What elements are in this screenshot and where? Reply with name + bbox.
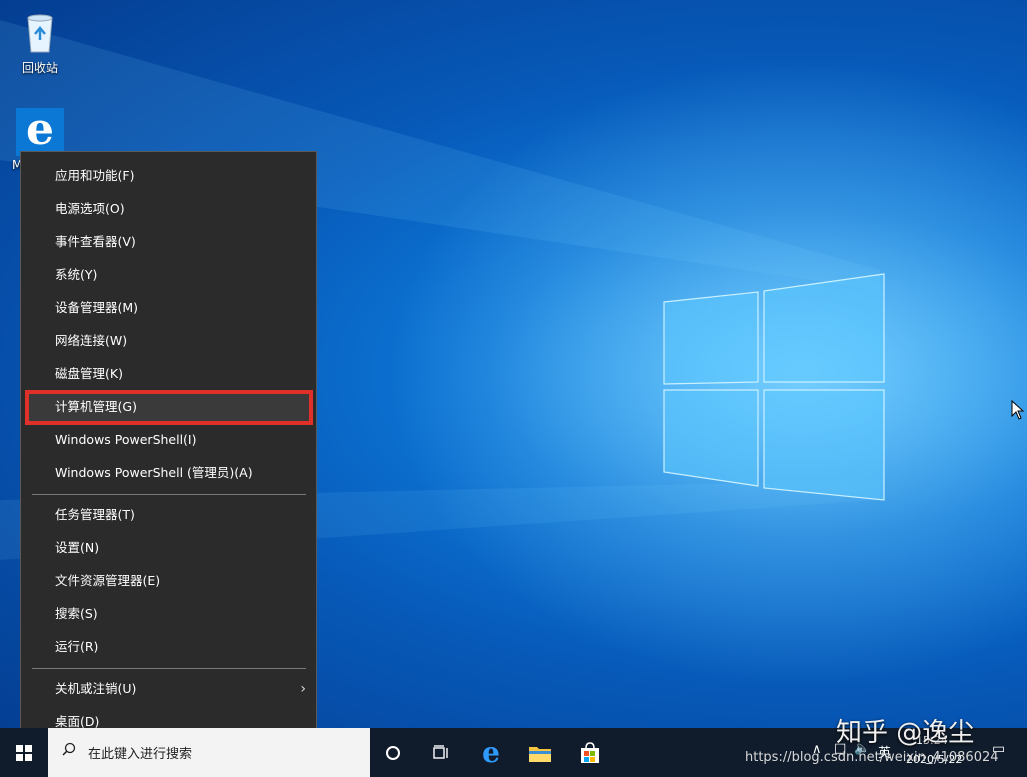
windows-logo-wallpaper xyxy=(663,273,885,501)
taskbar-file-explorer-button[interactable] xyxy=(515,728,565,777)
menu-item-search[interactable]: 搜索(S) xyxy=(21,599,316,629)
search-placeholder: 在此键入进行搜索 xyxy=(88,747,193,762)
menu-label: 计算机管理(G) xyxy=(55,399,137,414)
chevron-right-icon: › xyxy=(300,681,306,697)
menu-label: 文件资源管理器(E) xyxy=(55,573,161,588)
menu-label: Windows PowerShell(I) xyxy=(55,432,197,447)
menu-label: 磁盘管理(K) xyxy=(55,366,123,381)
menu-item-event-viewer[interactable]: 事件查看器(V) xyxy=(21,227,316,257)
menu-label: 网络连接(W) xyxy=(55,333,128,348)
menu-item-system[interactable]: 系统(Y) xyxy=(21,260,316,290)
menu-item-device-manager[interactable]: 设备管理器(M) xyxy=(21,293,316,323)
menu-item-network-connections[interactable]: 网络连接(W) xyxy=(21,326,316,356)
menu-label: 桌面(D) xyxy=(55,714,100,729)
taskbar-edge-button[interactable]: e xyxy=(466,728,516,777)
menu-label: 关机或注销(U) xyxy=(55,681,137,696)
edge-icon: e xyxy=(482,736,500,769)
winx-context-menu: 应用和功能(F) 电源选项(O) 事件查看器(V) 系统(Y) 设备管理器(M)… xyxy=(20,151,317,746)
search-icon xyxy=(62,742,76,756)
menu-label: 电源选项(O) xyxy=(55,201,125,216)
folder-icon xyxy=(529,746,551,762)
menu-label: 应用和功能(F) xyxy=(55,168,135,183)
menu-label: 搜索(S) xyxy=(55,606,98,621)
menu-label: Windows PowerShell (管理员)(A) xyxy=(55,465,253,480)
taskbar-store-button[interactable] xyxy=(565,728,615,777)
task-view-icon xyxy=(433,744,448,759)
csdn-url-watermark: https://blog.csdn.net/weixin_41086024 xyxy=(745,750,999,765)
menu-label: 运行(R) xyxy=(55,639,99,654)
menu-label: 事件查看器(V) xyxy=(55,234,136,249)
start-button[interactable] xyxy=(0,728,48,777)
taskbar-search-box[interactable]: 在此键入进行搜索 xyxy=(48,728,370,777)
menu-item-shutdown-signout[interactable]: 关机或注销(U) › xyxy=(21,674,316,704)
mouse-cursor-icon xyxy=(1011,400,1025,420)
menu-separator xyxy=(32,494,306,495)
menu-separator xyxy=(32,668,306,669)
menu-item-power-options[interactable]: 电源选项(O) xyxy=(21,194,316,224)
menu-item-run[interactable]: 运行(R) xyxy=(21,632,316,662)
windows-start-icon xyxy=(16,744,32,761)
menu-item-task-manager[interactable]: 任务管理器(T) xyxy=(21,500,316,530)
task-view-button[interactable] xyxy=(416,728,466,777)
menu-label: 设备管理器(M) xyxy=(55,300,139,315)
menu-label: 设置(N) xyxy=(55,540,100,555)
zhihu-watermark: 知乎 @逸尘 xyxy=(836,718,975,748)
menu-item-file-explorer[interactable]: 文件资源管理器(E) xyxy=(21,566,316,596)
store-bag-icon xyxy=(581,741,599,763)
edge-icon: e xyxy=(16,108,64,156)
cortana-button[interactable] xyxy=(368,728,418,777)
recycle-bin-label: 回收站 xyxy=(21,61,58,75)
menu-item-settings[interactable]: 设置(N) xyxy=(21,533,316,563)
menu-label: 任务管理器(T) xyxy=(55,507,135,522)
recycle-bin-icon xyxy=(27,14,53,53)
menu-item-apps-features[interactable]: 应用和功能(F) xyxy=(21,161,316,191)
recycle-bin-shortcut[interactable]: 回收站 xyxy=(8,10,72,76)
menu-item-powershell[interactable]: Windows PowerShell(I) xyxy=(21,425,316,455)
cortana-circle-icon xyxy=(386,745,400,760)
menu-item-disk-management[interactable]: 磁盘管理(K) xyxy=(21,359,316,389)
menu-label: 系统(Y) xyxy=(55,267,98,282)
menu-item-powershell-admin[interactable]: Windows PowerShell (管理员)(A) xyxy=(21,458,316,488)
menu-item-computer-management[interactable]: 计算机管理(G) xyxy=(21,392,316,422)
